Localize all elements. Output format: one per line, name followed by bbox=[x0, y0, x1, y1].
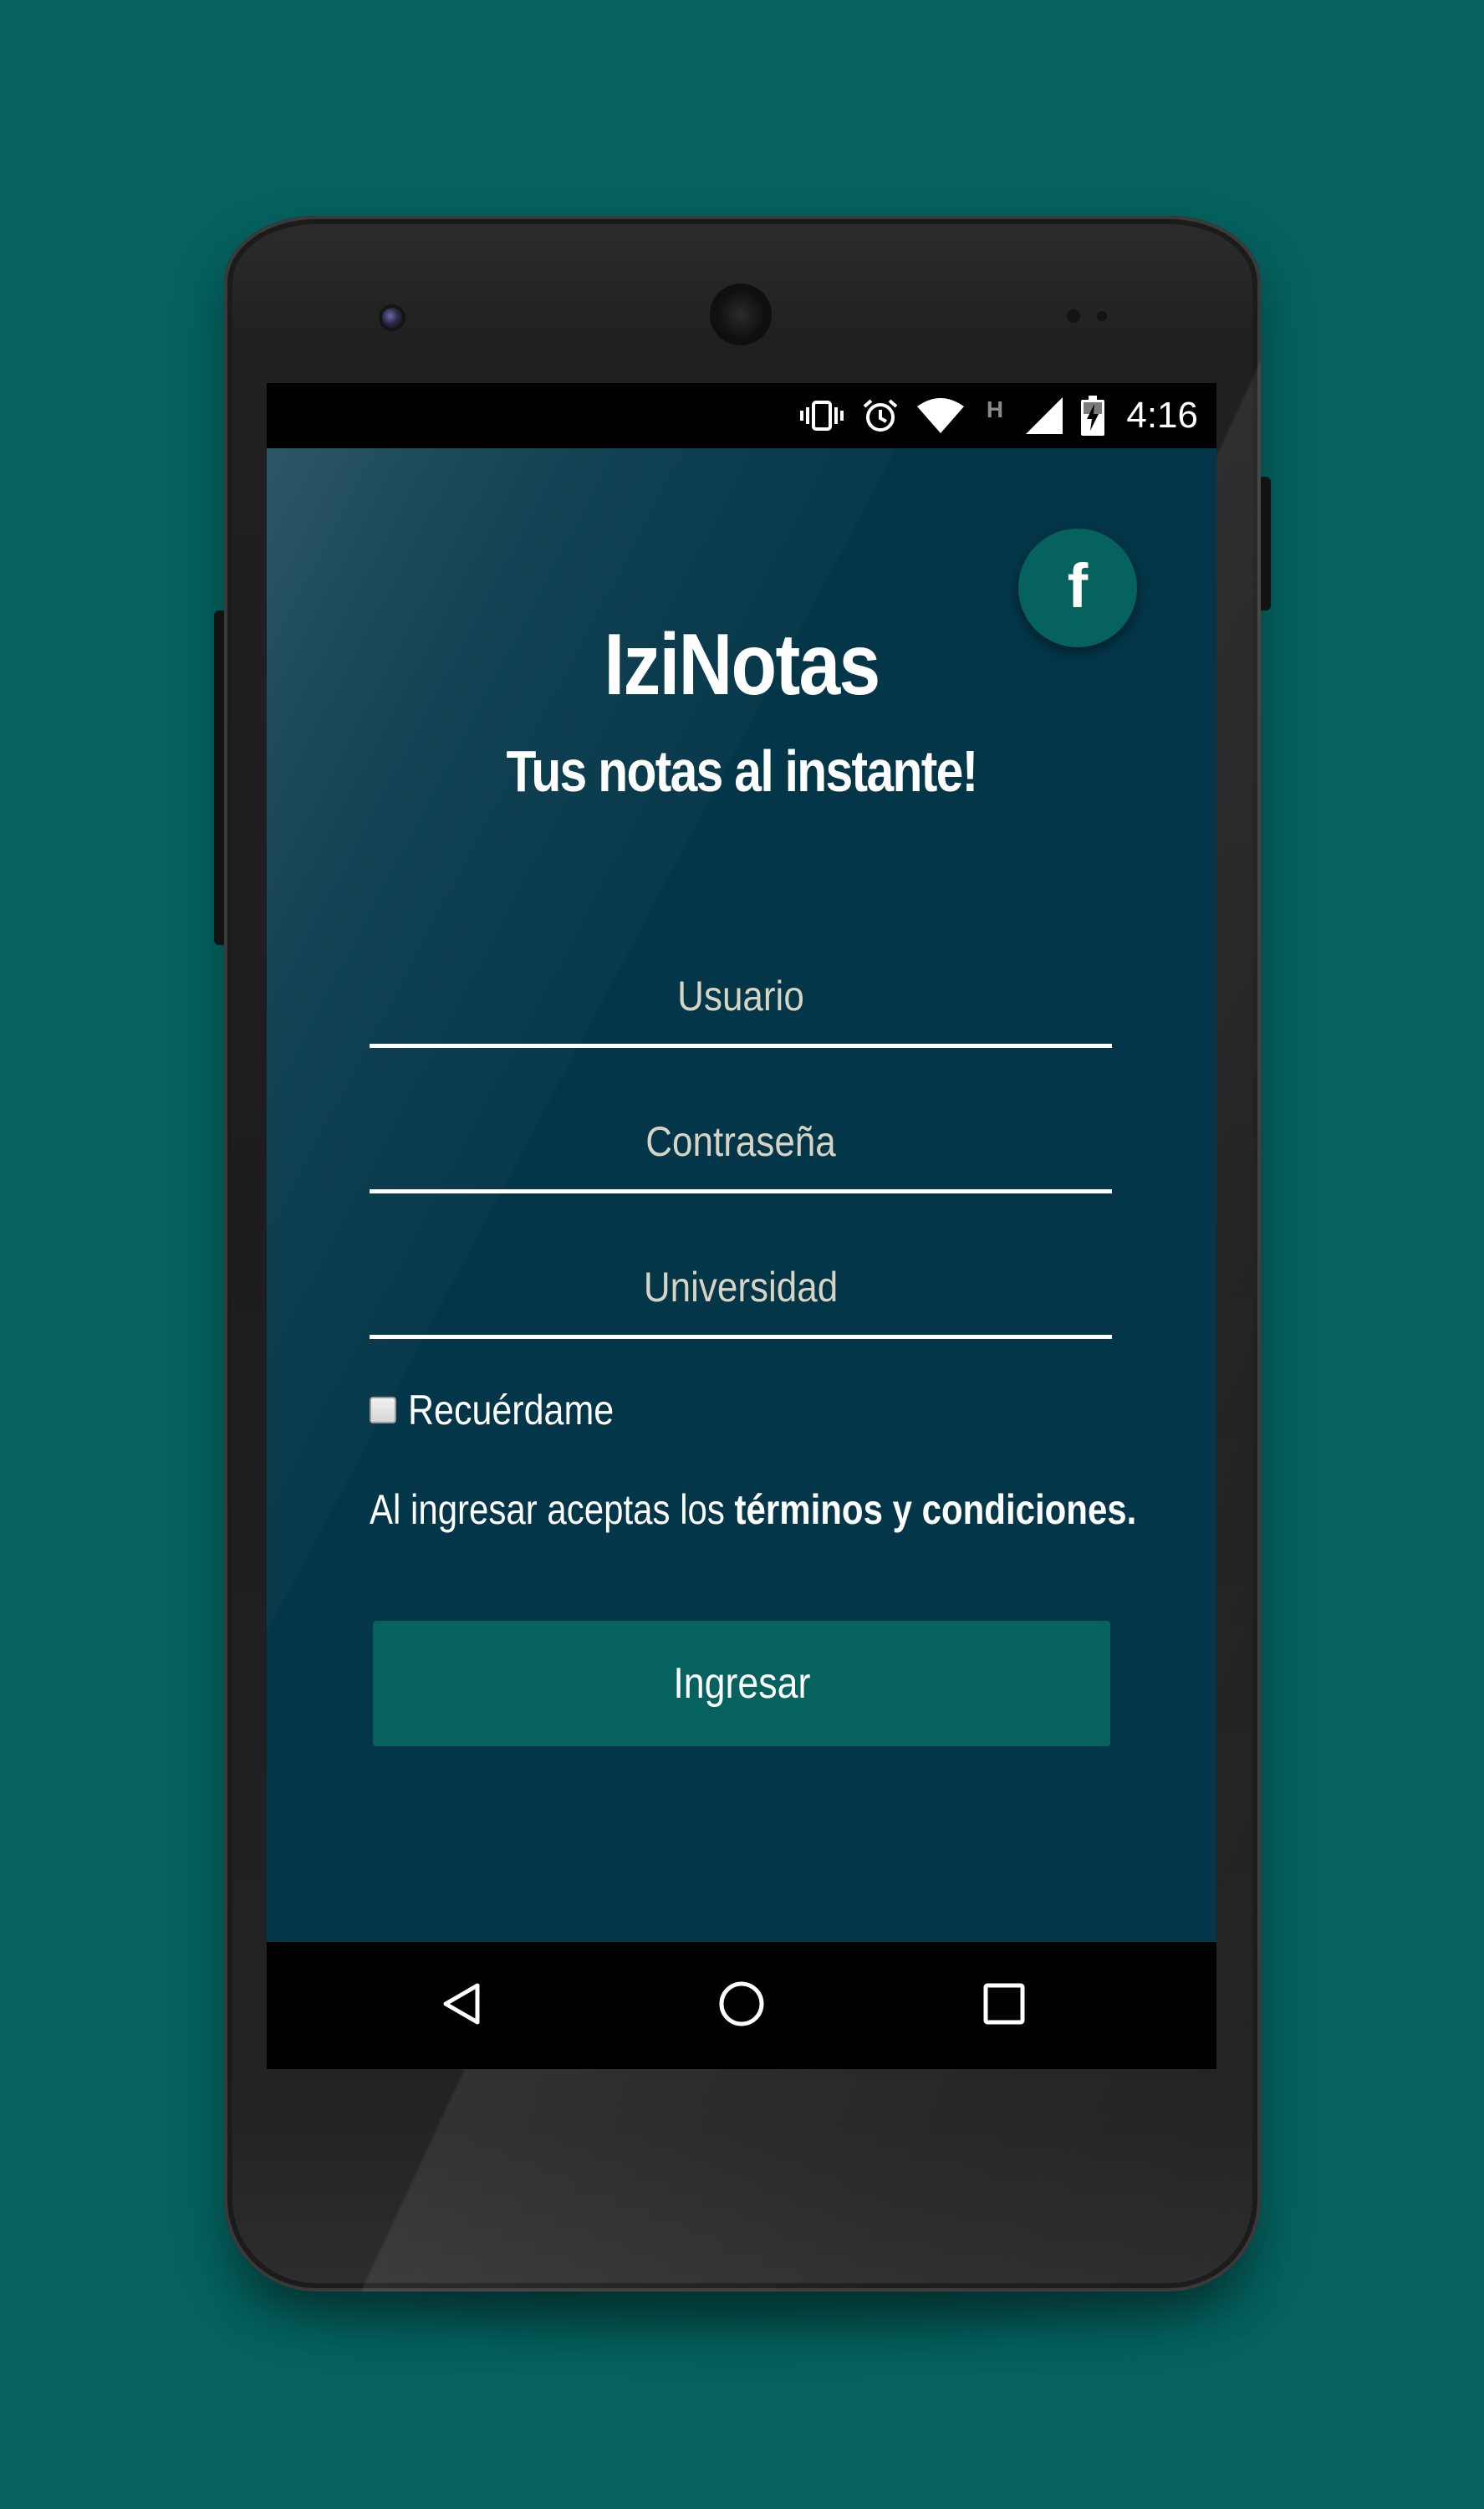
remember-me[interactable]: Recuérdame bbox=[370, 1385, 647, 1435]
recents-button[interactable] bbox=[971, 1972, 1038, 2039]
login-screen: f IziNotas Tus notas al instante! Recuér… bbox=[267, 448, 1216, 1942]
network-type-icon: H bbox=[982, 397, 1007, 434]
alarm-icon bbox=[862, 397, 899, 434]
light-sensor bbox=[1097, 311, 1107, 321]
status-time: 4:16 bbox=[1126, 395, 1198, 436]
wifi-icon bbox=[917, 398, 965, 433]
phone-screen: H 4:16 f IziNotas Tus notas al instante!… bbox=[267, 383, 1216, 2069]
login-button-label: Ingresar bbox=[672, 1659, 811, 1708]
username-input[interactable] bbox=[414, 948, 1068, 1044]
remember-label: Recuérdame bbox=[408, 1387, 615, 1433]
proximity-sensor bbox=[1067, 309, 1080, 323]
app-title: IziNotas bbox=[604, 616, 880, 713]
facebook-icon: f bbox=[1067, 551, 1089, 621]
status-icons: H 4:16 bbox=[800, 383, 1198, 448]
signal-icon bbox=[1026, 397, 1063, 434]
terms-text: Al ingresar aceptas los términos y condi… bbox=[370, 1485, 1136, 1534]
svg-text:H: H bbox=[987, 397, 1003, 422]
password-field bbox=[370, 1094, 1112, 1193]
university-field bbox=[370, 1239, 1112, 1339]
home-icon bbox=[717, 1979, 767, 2033]
remember-checkbox[interactable] bbox=[370, 1397, 396, 1423]
university-input[interactable] bbox=[414, 1239, 1068, 1335]
back-button[interactable] bbox=[427, 1972, 494, 2039]
home-button[interactable] bbox=[708, 1972, 775, 2039]
recents-icon bbox=[979, 1979, 1029, 2033]
status-bar: H 4:16 bbox=[267, 383, 1216, 448]
battery-charging-icon bbox=[1081, 396, 1105, 436]
earpiece-speaker bbox=[714, 288, 767, 341]
app-subtitle: Tus notas al instante! bbox=[506, 738, 978, 804]
front-camera bbox=[382, 308, 402, 328]
username-field bbox=[370, 948, 1112, 1048]
vibrate-icon bbox=[800, 399, 844, 432]
terms-prefix: Al ingresar aceptas los bbox=[370, 1486, 735, 1533]
back-icon bbox=[436, 1979, 486, 2033]
login-button[interactable]: Ingresar bbox=[373, 1621, 1110, 1746]
password-input[interactable] bbox=[414, 1094, 1068, 1189]
terms-link[interactable]: términos y condiciones. bbox=[735, 1486, 1137, 1533]
navigation-bar bbox=[267, 1942, 1216, 2069]
